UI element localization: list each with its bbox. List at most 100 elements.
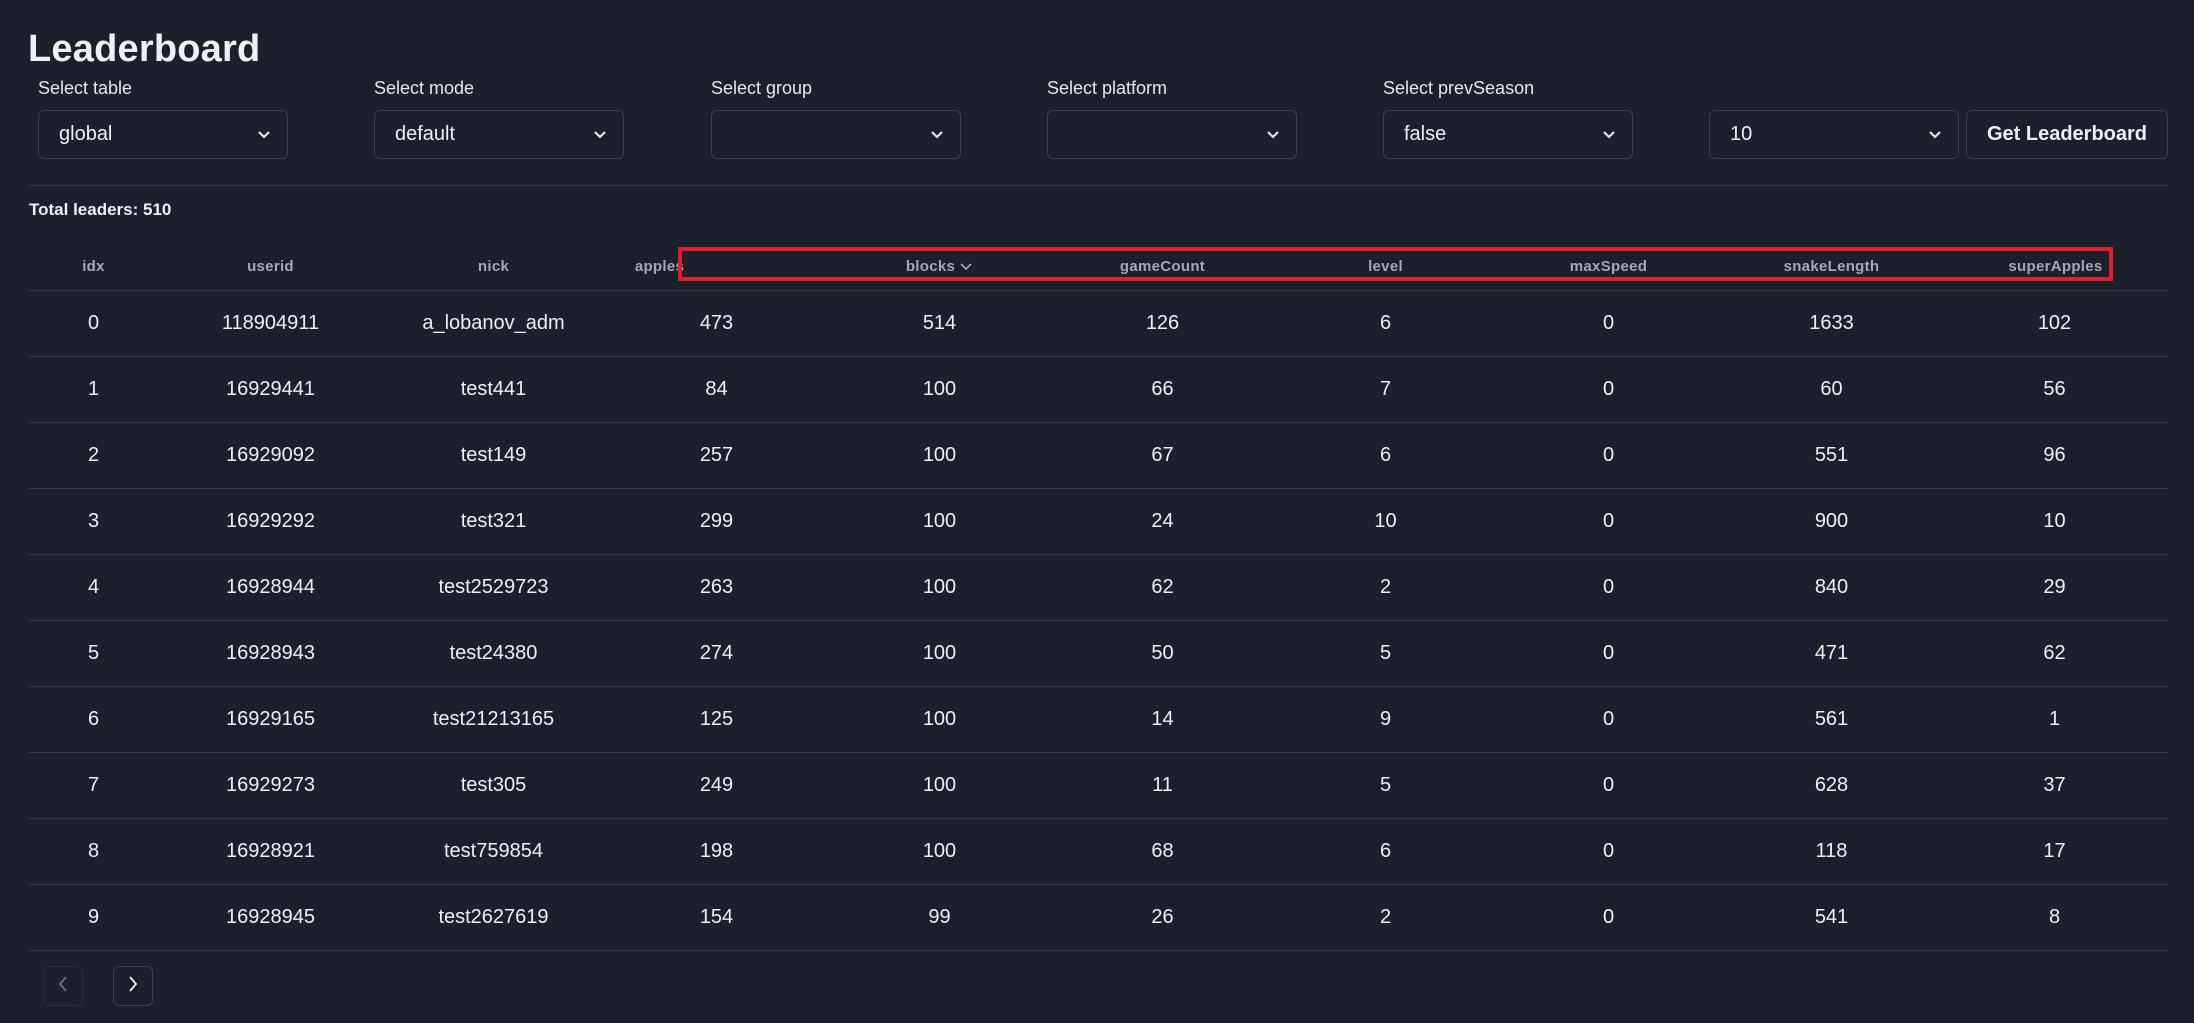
cell-snakelength: 60 [1820, 378, 1843, 400]
cell-blocks: 100 [922, 510, 957, 532]
page-title: Leaderboard [28, 28, 261, 70]
filter-label-table: Select table [38, 78, 133, 98]
filter-label-group: Select group [711, 78, 813, 98]
cell-superapples: 102 [2037, 312, 2072, 334]
table-row[interactable]: 2 16929092 test149 257 100 67 6 0 551 96 [28, 423, 2168, 489]
column-header-apples[interactable]: apples [605, 258, 828, 275]
cell-nick: test2627619 [438, 906, 549, 928]
prev-page-button[interactable] [43, 966, 83, 1006]
leaderboard-table: idx userid nick apples blocks gameCount … [28, 243, 2168, 951]
column-header-userid[interactable]: userid [159, 258, 382, 275]
next-page-button[interactable] [113, 966, 153, 1006]
cell-idx: 6 [87, 708, 100, 730]
cell-gamecount: 14 [1151, 708, 1174, 730]
cell-superapples: 56 [2043, 378, 2066, 400]
table-row[interactable]: 8 16928921 test759854 198 100 68 6 0 118 17 [28, 819, 2168, 885]
cell-maxspeed: 0 [1602, 906, 1615, 928]
cell-idx: 2 [87, 444, 100, 466]
cell-blocks: 100 [922, 444, 957, 466]
cell-level: 6 [1379, 840, 1392, 862]
cell-apples: 257 [699, 444, 734, 466]
cell-gamecount: 68 [1151, 840, 1174, 862]
table-row[interactable]: 5 16928943 test24380 274 100 50 5 0 471 62 [28, 621, 2168, 687]
cell-level: 6 [1379, 312, 1392, 334]
column-header-blocks[interactable]: blocks [828, 258, 1051, 276]
cell-apples: 84 [705, 378, 728, 400]
get-leaderboard-button[interactable]: Get Leaderboard [1966, 110, 2168, 159]
column-header-level[interactable]: level [1274, 258, 1497, 275]
cell-apples: 249 [699, 774, 734, 796]
cell-userid: 16929273 [226, 774, 315, 796]
select-limit[interactable]: 10 [1709, 110, 1959, 159]
cell-idx: 9 [87, 906, 100, 928]
filter-prevseason-group: Select prevSeason [1383, 78, 1534, 100]
select-mode-value: default [395, 123, 456, 145]
cell-gamecount: 67 [1151, 444, 1174, 466]
select-group[interactable] [711, 110, 961, 159]
column-header-maxspeed[interactable]: maxSpeed [1497, 258, 1720, 275]
cell-superapples: 29 [2043, 576, 2066, 598]
column-header-nick[interactable]: nick [382, 258, 605, 275]
select-mode[interactable]: default [374, 110, 624, 159]
cell-blocks: 514 [922, 312, 957, 334]
table-row[interactable]: 7 16929273 test305 249 100 11 5 0 628 37 [28, 753, 2168, 819]
cell-apples: 198 [699, 840, 734, 862]
cell-idx: 5 [87, 642, 100, 664]
cell-gamecount: 62 [1151, 576, 1174, 598]
column-header-superapples[interactable]: superApples [1943, 258, 2166, 275]
cell-userid: 16929292 [226, 510, 315, 532]
cell-blocks: 100 [922, 840, 957, 862]
filter-label-mode: Select mode [374, 78, 475, 98]
cell-snakelength: 471 [1814, 642, 1849, 664]
cell-maxspeed: 0 [1602, 576, 1615, 598]
cell-superapples: 62 [2043, 642, 2066, 664]
column-header-snakelength[interactable]: snakeLength [1720, 258, 1943, 275]
cell-level: 10 [1374, 510, 1397, 532]
table-row[interactable]: 3 16929292 test321 299 100 24 10 0 900 10 [28, 489, 2168, 555]
select-table[interactable]: global [38, 110, 288, 159]
column-header-gamecount[interactable]: gameCount [1051, 258, 1274, 275]
cell-gamecount: 50 [1151, 642, 1174, 664]
cell-userid: 118904911 [221, 312, 320, 334]
cell-maxspeed: 0 [1602, 708, 1615, 730]
cell-maxspeed: 0 [1602, 840, 1615, 862]
chevron-down-icon [930, 128, 944, 142]
cell-nick: a_lobanov_adm [422, 312, 565, 334]
filter-platform-group: Select platform [1047, 78, 1167, 100]
table-row[interactable]: 4 16928944 test2529723 263 100 62 2 0 840 29 [28, 555, 2168, 621]
chevron-right-icon [126, 975, 140, 998]
cell-snakelength: 628 [1814, 774, 1849, 796]
cell-apples: 299 [699, 510, 734, 532]
cell-apples: 154 [699, 906, 734, 928]
cell-maxspeed: 0 [1602, 774, 1615, 796]
cell-userid: 16929092 [226, 444, 315, 466]
table-row[interactable]: 1 16929441 test441 84 100 66 7 0 60 56 [28, 357, 2168, 423]
table-row[interactable]: 6 16929165 test21213165 125 100 14 9 0 561 1 [28, 687, 2168, 753]
cell-superapples: 17 [2043, 840, 2066, 862]
select-platform[interactable] [1047, 110, 1297, 159]
chevron-left-icon [56, 975, 70, 998]
column-header-idx[interactable]: idx [28, 258, 159, 275]
cell-superapples: 8 [2048, 906, 2061, 928]
cell-superapples: 1 [2048, 708, 2061, 730]
cell-nick: test321 [460, 510, 527, 532]
cell-superapples: 37 [2043, 774, 2066, 796]
select-prevseason[interactable]: false [1383, 110, 1633, 159]
cell-maxspeed: 0 [1602, 312, 1615, 334]
divider [28, 185, 2168, 186]
cell-level: 7 [1379, 378, 1392, 400]
cell-userid: 16928945 [226, 906, 315, 928]
filter-label-prevseason: Select prevSeason [1383, 78, 1535, 98]
cell-snakelength: 840 [1814, 576, 1849, 598]
select-table-value: global [59, 123, 113, 145]
table-row[interactable]: 9 16928945 test2627619 154 99 26 2 0 541 8 [28, 885, 2168, 951]
filter-group-group: Select group [711, 78, 812, 100]
cell-gamecount: 26 [1151, 906, 1174, 928]
cell-userid: 16928944 [226, 576, 315, 598]
cell-snakelength: 1633 [1809, 312, 1854, 334]
cell-nick: test149 [460, 444, 527, 466]
select-prevseason-value: false [1404, 123, 1447, 145]
cell-maxspeed: 0 [1602, 642, 1615, 664]
table-row[interactable]: 0 118904911 a_lobanov_adm 473 514 126 6 0 1633 10… [28, 291, 2168, 357]
cell-snakelength: 561 [1814, 708, 1849, 730]
